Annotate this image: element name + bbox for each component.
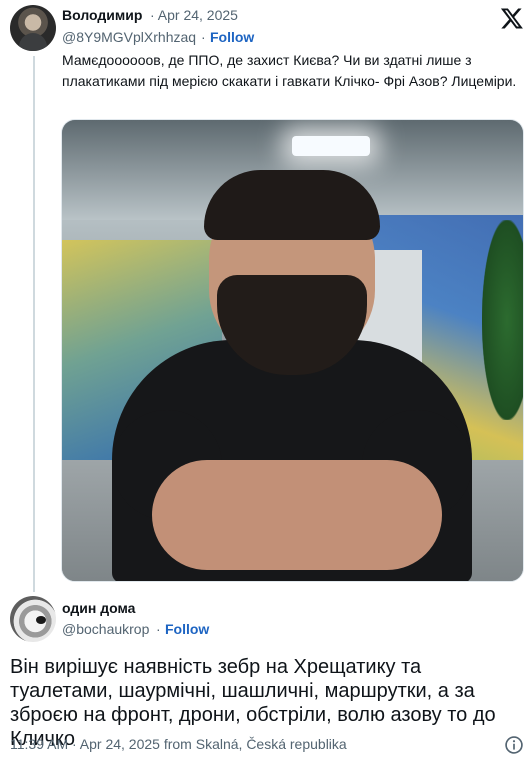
tweet-timestamp-location[interactable]: 11:39 AM · Apr 24, 2025 from Skalná, Čes… <box>10 736 347 752</box>
author-avatar[interactable] <box>10 5 56 51</box>
person-hair <box>204 170 380 240</box>
author-name[interactable]: Володимир <box>62 7 142 23</box>
parent-tweet: Володимир · Apr 24, 2025 @8Y9MGVplXrhhza… <box>0 0 532 596</box>
person-crossed-arms <box>152 460 442 570</box>
reply-author-handle[interactable]: @bochaukrop <box>62 621 149 637</box>
reply-author-avatar[interactable] <box>10 596 56 642</box>
separator-dot: · <box>156 621 161 637</box>
photo-ceiling-lamp <box>292 136 370 156</box>
tweet-text: Мамєдоооооов, де ППО, де захист Києва? Ч… <box>62 52 517 89</box>
x-logo-icon[interactable] <box>500 6 524 30</box>
tweet-date[interactable]: · Apr 24, 2025 <box>150 7 238 23</box>
author-handle[interactable]: @8Y9MGVplXrhhzaq <box>62 29 196 45</box>
follow-button[interactable]: Follow <box>210 29 254 45</box>
photo-plant <box>482 220 523 420</box>
info-icon[interactable] <box>504 735 524 755</box>
separator-dot: · <box>201 29 206 45</box>
thread-connector-line <box>33 56 35 592</box>
reply-follow-button[interactable]: Follow <box>165 621 209 637</box>
tweet-photo[interactable] <box>61 119 524 582</box>
photo-person <box>112 170 472 581</box>
reply-author-name[interactable]: один дома <box>62 600 135 616</box>
